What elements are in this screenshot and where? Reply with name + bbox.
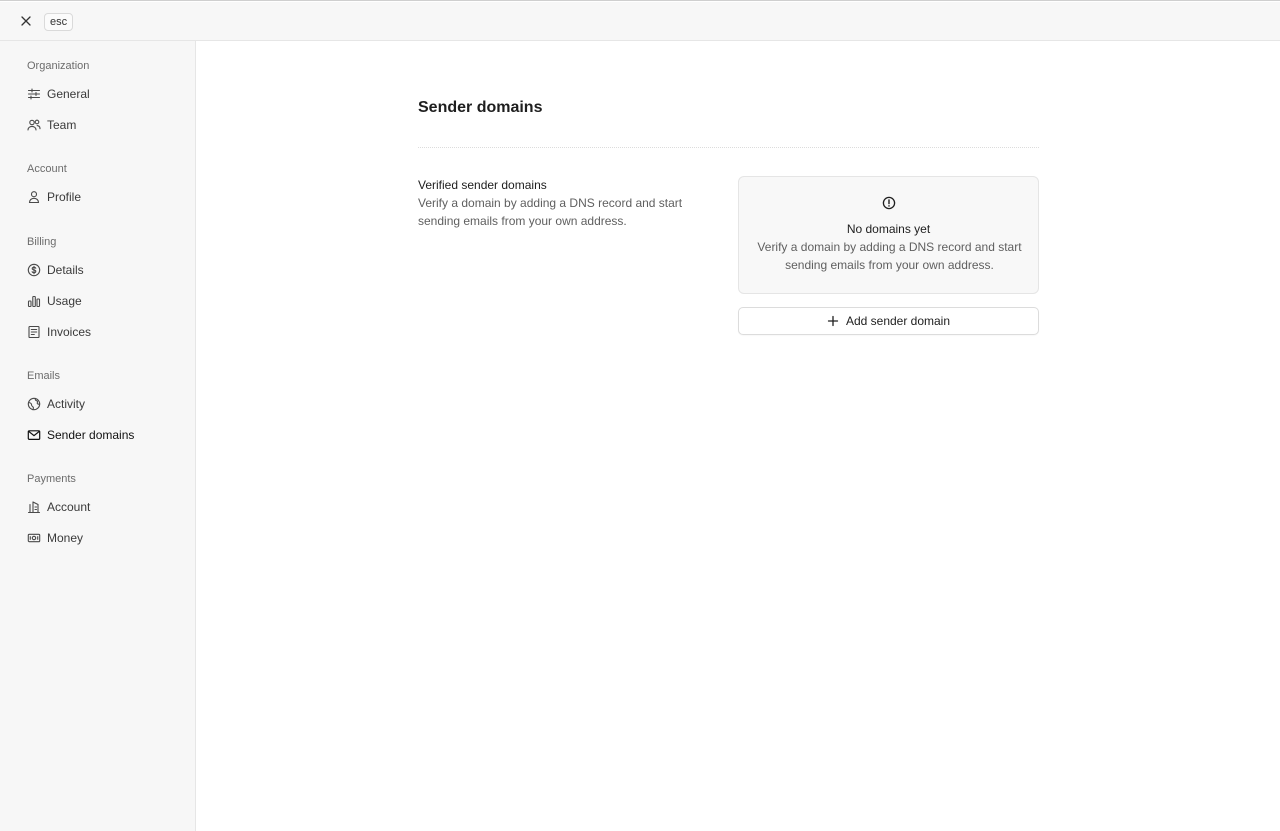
sidebar-item-usage[interactable]: Usage [26,290,186,312]
sidebar-item-invoices[interactable]: Invoices [26,321,186,343]
add-sender-domain-button[interactable]: Add sender domain [738,307,1039,335]
section-divider [418,147,1039,148]
section-description: Verify a domain by adding a DNS record a… [418,196,683,228]
sidebar-item-label: Team [47,118,77,132]
sidebar: Organization General Team Account Profil… [0,41,196,831]
sidebar-item-sender-domains[interactable]: Sender domains [26,424,186,446]
section-title: Verified sender domains [418,178,547,192]
settings-window: esc Organization General Team Account Pr… [0,0,1280,831]
sidebar-item-label: Profile [47,190,82,204]
sidebar-group-organization: Organization [27,60,90,72]
sidebar-item-label: Usage [47,294,82,308]
sliders-icon [26,87,41,102]
top-bar: esc [0,2,1280,41]
sidebar-item-label: Sender domains [47,428,135,442]
sidebar-item-payments-account[interactable]: Account [26,496,186,518]
user-icon [26,190,41,205]
alert-circle-icon [882,196,896,210]
main-content: Sender domains Verified sender domains V… [197,41,1280,831]
esc-key-hint: esc [44,13,74,31]
sidebar-group-billing: Billing [27,236,57,248]
sidebar-item-general[interactable]: General [26,83,186,105]
sidebar-item-label: Account [47,500,91,514]
sidebar-group-emails: Emails [27,370,61,382]
sidebar-item-money[interactable]: Money [26,527,186,549]
sidebar-item-label: Money [47,531,84,545]
bank-icon [26,500,41,515]
sidebar-item-label: General [47,87,90,101]
dollar-circle-icon [26,263,41,278]
page-title: Sender domains [418,99,543,116]
sidebar-item-label: Invoices [47,325,92,339]
sidebar-item-activity[interactable]: Activity [26,393,186,415]
users-icon [26,118,41,133]
empty-state-description: Verify a domain by adding a DNS record a… [757,240,1022,272]
sidebar-item-team[interactable]: Team [26,114,186,136]
sidebar-item-details[interactable]: Details [26,259,186,281]
receipt-icon [26,325,41,340]
close-button[interactable] [16,11,36,31]
sidebar-group-account: Account [27,163,67,175]
bar-chart-icon [26,294,41,309]
close-icon [21,16,31,26]
mail-icon [26,428,41,443]
banknote-icon [26,531,41,546]
globe-icon [26,397,41,412]
add-sender-domain-label: Add sender domain [845,314,951,328]
sidebar-item-label: Details [47,263,84,277]
empty-state-card: No domains yet Verify a domain by adding… [738,176,1039,294]
sidebar-item-profile[interactable]: Profile [26,186,186,208]
sidebar-group-payments: Payments [27,473,76,485]
sidebar-item-label: Activity [47,397,86,411]
plus-icon [827,315,839,327]
empty-state-title: No domains yet [846,222,931,236]
